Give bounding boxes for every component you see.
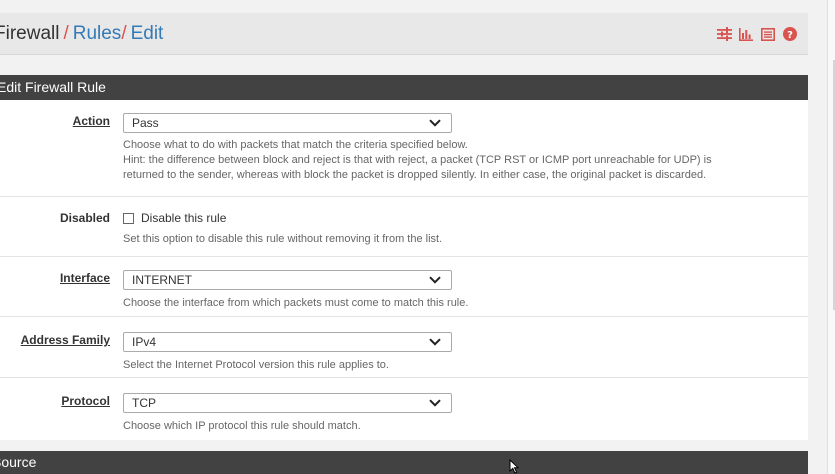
disable-rule-checkbox[interactable] bbox=[123, 212, 134, 224]
protocol-row: Protocol TCP Choose which IP protocol th… bbox=[0, 378, 808, 440]
breadcrumb-bar: Firewall / Rules/Edit ? bbox=[0, 13, 808, 55]
chevron-down-icon bbox=[429, 338, 441, 346]
breadcrumb-edit-link[interactable]: Edit bbox=[131, 23, 164, 44]
svg-text:?: ? bbox=[787, 30, 793, 41]
disabled-label: Disabled bbox=[59, 211, 110, 225]
chevron-down-icon bbox=[429, 119, 441, 127]
interface-label: Interface bbox=[59, 271, 110, 285]
breadcrumb-firewall: Firewall bbox=[0, 23, 60, 44]
toolbar-icons: ? bbox=[716, 26, 798, 42]
address-family-row: Address Family IPv4 Select the Internet … bbox=[0, 317, 808, 378]
panel-heading: Edit Firewall Rule bbox=[0, 75, 808, 100]
source-panel-heading: Source bbox=[0, 451, 808, 474]
disable-rule-checkbox-label[interactable]: Disable this rule bbox=[141, 211, 226, 225]
address-family-help-text: Select the Internet Protocol version thi… bbox=[123, 359, 389, 371]
chevron-down-icon bbox=[429, 276, 441, 284]
action-row: Action Pass Choose what to do with packe… bbox=[0, 100, 808, 197]
interface-row: Interface INTERNET Choose the interface … bbox=[0, 257, 808, 317]
bar-chart-icon[interactable] bbox=[738, 26, 754, 42]
protocol-select[interactable]: TCP bbox=[123, 393, 452, 413]
protocol-help-text: Choose which IP protocol this rule shoul… bbox=[123, 420, 361, 432]
action-help-hint: Hint: the difference between block and r… bbox=[123, 154, 712, 166]
edit-firewall-rule-panel: Edit Firewall Rule Action Pass Choose wh… bbox=[0, 75, 808, 440]
interface-select[interactable]: INTERNET bbox=[123, 270, 452, 290]
action-help-text: Choose what to do with packets that matc… bbox=[123, 139, 468, 151]
breadcrumb: Firewall / Rules/Edit bbox=[0, 23, 163, 45]
list-icon[interactable] bbox=[760, 26, 776, 42]
panel-title: Edit Firewall Rule bbox=[0, 79, 106, 95]
action-label: Action bbox=[72, 114, 110, 128]
source-panel-title: Source bbox=[0, 454, 37, 470]
address-family-label: Address Family bbox=[20, 333, 110, 347]
action-select-value: Pass bbox=[132, 116, 159, 130]
disabled-row: Disabled Disable this rule Set this opti… bbox=[0, 197, 808, 257]
interface-help-text: Choose the interface from which packets … bbox=[123, 297, 469, 309]
protocol-select-value: TCP bbox=[132, 396, 156, 410]
protocol-label: Protocol bbox=[61, 394, 110, 408]
breadcrumb-separator: / bbox=[63, 23, 69, 44]
address-family-select-value: IPv4 bbox=[132, 335, 157, 349]
interface-select-value: INTERNET bbox=[132, 273, 192, 287]
disable-rule-checkbox-wrapper[interactable]: Disable this rule bbox=[123, 209, 442, 227]
sliders-icon[interactable] bbox=[716, 26, 732, 42]
address-family-select[interactable]: IPv4 bbox=[123, 332, 452, 352]
help-icon[interactable]: ? bbox=[782, 26, 798, 42]
breadcrumb-rules-link[interactable]: Rules bbox=[73, 23, 122, 44]
action-help-hint-continued: returned to the sender, whereas with blo… bbox=[123, 169, 707, 181]
action-select[interactable]: Pass bbox=[123, 113, 452, 133]
disabled-help-text: Set this option to disable this rule wit… bbox=[123, 233, 443, 245]
mouse-cursor-icon bbox=[509, 459, 519, 474]
chevron-down-icon bbox=[429, 399, 441, 407]
breadcrumb-separator: / bbox=[121, 23, 127, 44]
